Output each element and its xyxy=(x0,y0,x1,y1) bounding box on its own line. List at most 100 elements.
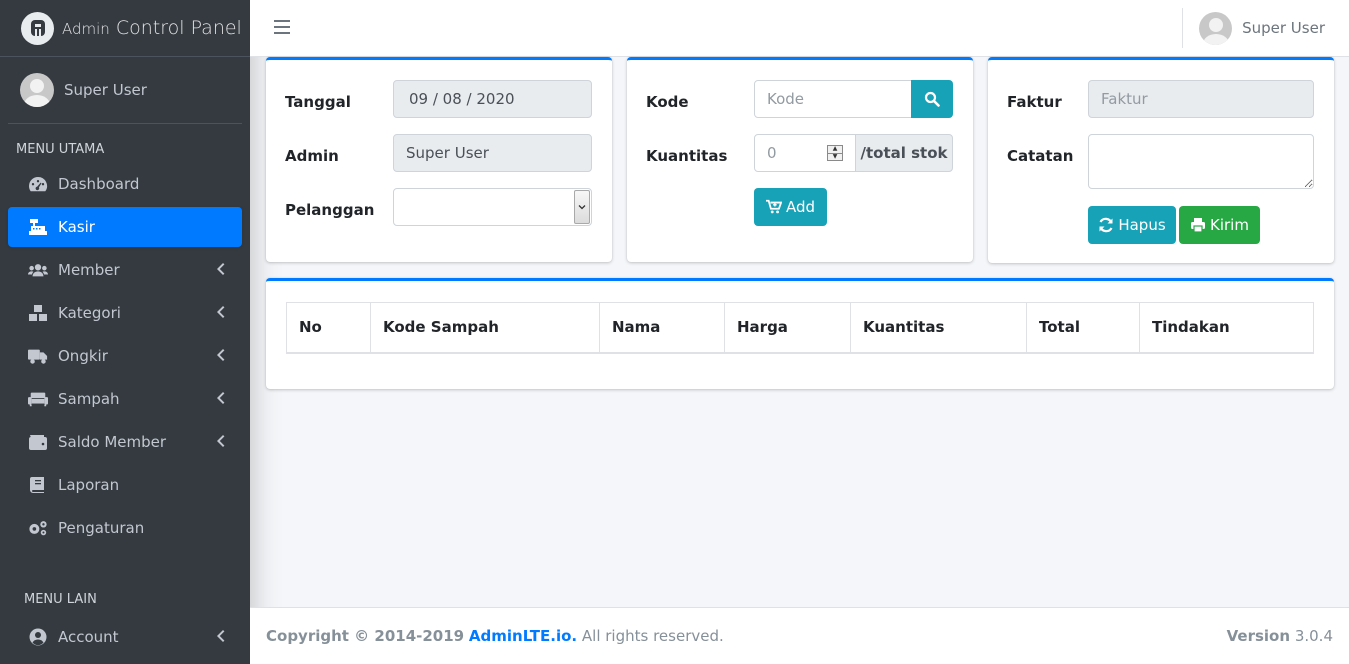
add-button[interactable]: Add xyxy=(754,188,827,226)
kuantitas-value: 0 xyxy=(767,144,777,162)
chevron-left-icon xyxy=(214,305,228,319)
kode-label: Kode xyxy=(646,93,689,111)
sidebar-item-dashboard[interactable]: Dashboard xyxy=(8,164,242,204)
table-header-row: No Kode Sampah Nama Harga Kuantitas Tota… xyxy=(286,302,1314,354)
cogs-icon xyxy=(26,518,50,538)
footer-copyright: Copyright © 2014-2019 AdminLTE.io. All r… xyxy=(266,627,724,645)
main-sidebar: Admin Control Panel Super User MENU UTAM… xyxy=(0,0,250,664)
admin-field[interactable]: Super User xyxy=(393,134,592,172)
chevron-left-icon xyxy=(214,348,228,362)
chevron-left-icon xyxy=(214,262,228,276)
chevron-down-icon[interactable] xyxy=(574,190,590,224)
version-label: Version xyxy=(1226,627,1291,645)
sidebar-item-label: Dashboard xyxy=(58,175,140,193)
sidebar-item-laporan[interactable]: Laporan xyxy=(8,465,242,505)
column-header-nama[interactable]: Nama xyxy=(599,302,725,354)
avatar xyxy=(20,73,54,107)
kode-input[interactable]: Kode xyxy=(754,80,912,118)
top-navbar: Super User xyxy=(250,0,1349,57)
sidebar-item-account[interactable]: Account xyxy=(8,617,242,657)
book-icon xyxy=(26,475,50,495)
total-stok-addon: /total stok xyxy=(855,134,953,172)
sidebar-item-label: Member xyxy=(58,261,120,279)
hamburger-menu-icon[interactable] xyxy=(274,20,290,34)
brand-text: Admin Control Panel xyxy=(62,17,242,39)
faktur-label: Faktur xyxy=(1007,93,1062,111)
sidebar-item-label: Kasir xyxy=(58,218,95,236)
sidebar-item-member[interactable]: Member xyxy=(8,250,242,290)
column-header-no[interactable]: No xyxy=(286,302,371,354)
add-button-label: Add xyxy=(785,198,816,216)
hapus-button[interactable]: Hapus xyxy=(1088,206,1176,244)
sidebar-item-label: Ongkir xyxy=(58,347,108,365)
cubes-icon xyxy=(26,303,50,323)
search-button[interactable] xyxy=(911,80,953,118)
copyright-text: Copyright © 2014-2019 xyxy=(266,627,465,645)
menu-header-main: MENU UTAMA xyxy=(16,142,105,157)
sidebar-item-ongkir[interactable]: Ongkir xyxy=(8,336,242,376)
kuantitas-stepper[interactable]: 0 ▲ ▼ xyxy=(754,134,856,172)
stepper-arrows-icon[interactable]: ▲ ▼ xyxy=(827,145,843,161)
cart-table-card: No Kode Sampah Nama Harga Kuantitas Tota… xyxy=(266,278,1334,389)
search-icon xyxy=(924,91,940,107)
kuantitas-label: Kuantitas xyxy=(646,147,728,165)
catatan-label: Catatan xyxy=(1007,147,1074,165)
sidebar-item-kasir[interactable]: Kasir xyxy=(8,207,242,247)
kirim-button[interactable]: Kirim xyxy=(1179,206,1260,244)
cart-plus-icon xyxy=(765,199,782,214)
brand-text-large: Control Panel xyxy=(115,17,242,39)
faktur-field[interactable]: Faktur xyxy=(1088,80,1314,118)
sidebar-user-name[interactable]: Super User xyxy=(64,81,147,99)
hapus-button-label: Hapus xyxy=(1118,216,1166,234)
sidebar-item-label: Account xyxy=(58,628,119,646)
topbar-user-name[interactable]: Super User xyxy=(1242,19,1325,37)
brand-link[interactable]: Admin Control Panel xyxy=(0,0,250,57)
topbar-user-menu[interactable]: Super User xyxy=(1182,8,1349,48)
sidebar-item-label: Sampah xyxy=(58,390,120,408)
menu-header-other: MENU LAIN xyxy=(24,592,97,607)
pelanggan-label: Pelanggan xyxy=(285,201,375,219)
version-value: 3.0.4 xyxy=(1294,627,1333,645)
admin-label: Admin xyxy=(285,147,339,165)
sidebar-user-panel[interactable]: Super User xyxy=(8,57,242,124)
refresh-icon xyxy=(1099,217,1113,233)
column-header-tindakan[interactable]: Tindakan xyxy=(1139,302,1314,354)
sidebar-item-saldo-member[interactable]: Saldo Member xyxy=(8,422,242,462)
kirim-button-label: Kirim xyxy=(1210,216,1249,234)
cart-table: No Kode Sampah Nama Harga Kuantitas Tota… xyxy=(286,302,1314,354)
main-footer: Copyright © 2014-2019 AdminLTE.io. All r… xyxy=(250,607,1349,664)
brand-text-small: Admin xyxy=(62,20,110,38)
avatar xyxy=(1199,11,1233,45)
chevron-left-icon xyxy=(214,629,228,643)
adminlte-link[interactable]: AdminLTE.io. xyxy=(469,627,577,645)
transaction-info-card: Tanggal 09 / 08 / 2020 Admin Super User … xyxy=(266,57,612,262)
print-icon xyxy=(1191,218,1206,233)
pelanggan-select[interactable] xyxy=(393,188,592,226)
rights-text: All rights reserved. xyxy=(581,627,724,645)
brand-logo-icon xyxy=(21,11,54,45)
couch-icon xyxy=(26,389,50,409)
footer-version: Version 3.0.4 xyxy=(1227,627,1333,645)
wallet-icon xyxy=(26,432,50,452)
chevron-left-icon xyxy=(214,391,228,405)
sidebar-item-pengaturan[interactable]: Pengaturan xyxy=(8,508,242,548)
column-header-kuantitas[interactable]: Kuantitas xyxy=(850,302,1027,354)
sidebar-item-label: Kategori xyxy=(58,304,121,322)
user-circle-icon xyxy=(26,627,50,647)
cash-register-icon xyxy=(26,217,50,237)
chevron-left-icon xyxy=(214,434,228,448)
truck-icon xyxy=(26,346,50,366)
column-header-total[interactable]: Total xyxy=(1026,302,1140,354)
tanggal-field[interactable]: 09 / 08 / 2020 xyxy=(393,80,592,118)
column-header-harga[interactable]: Harga xyxy=(724,302,851,354)
tachometer-icon xyxy=(26,174,50,194)
sidebar-item-label: Laporan xyxy=(58,476,120,494)
users-icon xyxy=(26,260,50,280)
column-header-kode-sampah[interactable]: Kode Sampah xyxy=(370,302,600,354)
invoice-card: Faktur Faktur Catatan Hapus Kirim xyxy=(988,57,1334,263)
tanggal-label: Tanggal xyxy=(285,93,351,111)
sidebar-item-sampah[interactable]: Sampah xyxy=(8,379,242,419)
catatan-textarea[interactable] xyxy=(1088,134,1314,189)
sidebar-item-label: Pengaturan xyxy=(58,519,145,537)
sidebar-item-kategori[interactable]: Kategori xyxy=(8,293,242,333)
